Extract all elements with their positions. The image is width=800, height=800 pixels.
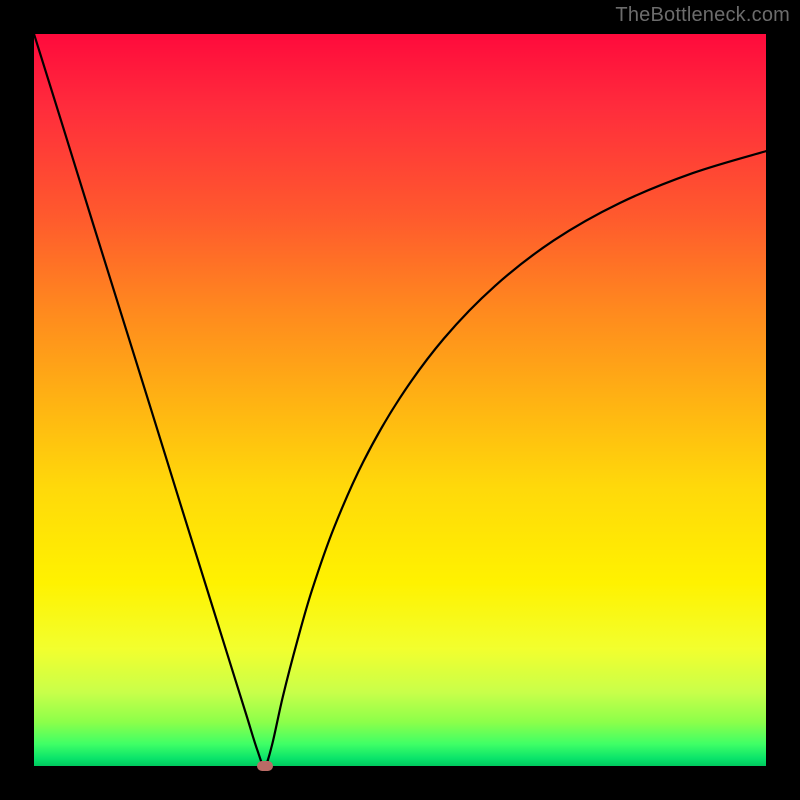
bottleneck-curve [34,34,766,766]
minimum-marker [257,761,273,771]
chart-frame: TheBottleneck.com [0,0,800,800]
attribution-text: TheBottleneck.com [615,4,790,27]
plot-area [34,34,766,766]
